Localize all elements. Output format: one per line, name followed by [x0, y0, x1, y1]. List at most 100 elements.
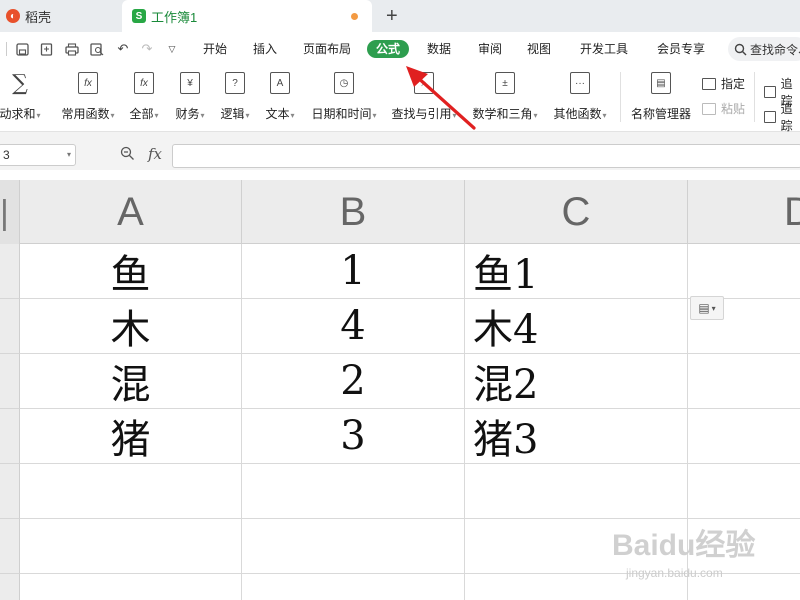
menu-member[interactable]: 会员专享: [657, 40, 705, 58]
zoom-icon[interactable]: [120, 146, 135, 164]
chevron-down-icon: ▾: [66, 150, 71, 159]
row-header[interactable]: [0, 299, 20, 354]
search-placeholder: 查找命令、: [750, 42, 800, 57]
menu-formula[interactable]: 公式: [367, 40, 410, 58]
common-functions-button[interactable]: fx 常用函数▾: [60, 72, 116, 122]
cell-d5[interactable]: [688, 464, 800, 519]
column-header-c[interactable]: C: [465, 180, 688, 244]
tab-workbook[interactable]: S 工作簿1: [122, 0, 372, 32]
yen-icon: ¥: [180, 72, 200, 94]
redo-icon[interactable]: ↷: [139, 41, 155, 57]
tab-docer[interactable]: ◐ 稻壳: [0, 0, 120, 32]
more-functions-icon: ···: [570, 72, 590, 94]
column-header-a[interactable]: A: [20, 180, 242, 244]
divider: [620, 72, 621, 122]
row-header[interactable]: [0, 574, 20, 600]
paste-options-icon: ▤: [698, 301, 710, 315]
logic-label: 逻辑: [220, 107, 245, 121]
function-icon: fx: [134, 72, 154, 94]
chevron-down-icon[interactable]: ▽: [164, 41, 180, 57]
cell-c3[interactable]: 混2: [465, 354, 688, 409]
menu-data[interactable]: 数据: [427, 40, 451, 58]
paste-options-button[interactable]: ▤ ▾: [690, 296, 724, 320]
formula-ribbon: ∑ 动求和▾ fx 常用函数▾ fx 全部▾ ¥ 财务▾ ? 逻辑▾ A 文本▾…: [0, 66, 800, 134]
undo-icon[interactable]: ↶: [115, 41, 131, 57]
row-header[interactable]: [0, 519, 20, 574]
menu-review[interactable]: 审阅: [478, 40, 502, 58]
cell-c2[interactable]: 木4: [465, 299, 688, 354]
docer-logo-icon: ◐: [6, 9, 20, 23]
row-header[interactable]: [0, 354, 20, 409]
row-header[interactable]: [0, 244, 20, 299]
text-functions-button[interactable]: A 文本▾: [264, 72, 296, 122]
menu-start[interactable]: 开始: [203, 40, 227, 58]
all-functions-button[interactable]: fx 全部▾: [128, 72, 160, 122]
math-label: 数学和三角: [472, 107, 533, 121]
menu-insert[interactable]: 插入: [253, 40, 277, 58]
name-manager-button[interactable]: ▤ 名称管理器: [629, 72, 693, 122]
name-box[interactable]: 3 ▾: [0, 144, 76, 166]
cell-d1[interactable]: [688, 244, 800, 299]
print-icon[interactable]: [64, 41, 80, 57]
cell-a4[interactable]: 猪: [20, 409, 242, 464]
cell-d4[interactable]: [688, 409, 800, 464]
cell-a3[interactable]: 混: [20, 354, 242, 409]
menu-developer[interactable]: 开发工具: [580, 40, 628, 58]
clock-icon: ◷: [334, 72, 354, 94]
cell-b1[interactable]: 1: [242, 244, 465, 299]
fx-icon[interactable]: fx: [148, 145, 162, 163]
row-header[interactable]: [0, 409, 20, 464]
math-functions-button[interactable]: ± 数学和三角▾: [470, 72, 540, 122]
cell-b2[interactable]: 4: [242, 299, 465, 354]
lookup-icon: ⌕: [414, 72, 434, 94]
other-functions-button[interactable]: ··· 其他函数▾: [551, 72, 609, 122]
title-bar: ◐ 稻壳 S 工作簿1 +: [0, 0, 800, 32]
grid-icon: [702, 77, 716, 90]
formula-input[interactable]: [172, 144, 800, 168]
cell-c1[interactable]: 鱼1: [465, 244, 688, 299]
paste-name-button[interactable]: 粘贴: [702, 100, 745, 117]
datetime-label: 日期和时间: [311, 107, 372, 121]
divider: [754, 72, 755, 122]
menu-view[interactable]: 视图: [527, 40, 551, 58]
common-functions-label: 常用函数: [61, 107, 110, 121]
cell-b6[interactable]: [242, 519, 465, 574]
cell-a5[interactable]: [20, 464, 242, 519]
menu-page-layout[interactable]: 页面布局: [303, 40, 351, 58]
column-header-d[interactable]: D: [688, 180, 800, 244]
select-all-corner[interactable]: |: [0, 180, 20, 244]
cell-a6[interactable]: [20, 519, 242, 574]
function-icon: fx: [78, 72, 98, 94]
cell-b7[interactable]: [242, 574, 465, 600]
lookup-functions-button[interactable]: ⌕ 查找与引用▾: [390, 72, 458, 122]
datetime-functions-button[interactable]: ◷ 日期和时间▾: [309, 72, 379, 122]
logic-functions-button[interactable]: ? 逻辑▾: [219, 72, 251, 122]
cell-c4[interactable]: 猪3: [465, 409, 688, 464]
cell-c5[interactable]: [465, 464, 688, 519]
cell-a2[interactable]: 木: [20, 299, 242, 354]
all-functions-label: 全部: [129, 107, 154, 121]
cell-b4[interactable]: 3: [242, 409, 465, 464]
cell-a1[interactable]: 鱼: [20, 244, 242, 299]
autosum-button[interactable]: ∑ 动求和▾: [0, 71, 42, 122]
trace-dependents-button[interactable]: 追踪: [764, 100, 800, 134]
unsaved-indicator: [351, 13, 358, 20]
autosum-label: 动求和: [0, 107, 36, 121]
lookup-label: 查找与引用: [391, 107, 452, 121]
divider: [6, 42, 7, 56]
export-icon[interactable]: [38, 41, 54, 57]
print-preview-icon[interactable]: [89, 41, 105, 57]
cell-d3[interactable]: [688, 354, 800, 409]
new-tab-button[interactable]: +: [386, 4, 398, 28]
specify-button[interactable]: 指定: [702, 75, 745, 92]
math-icon: ±: [495, 72, 515, 94]
cell-b3[interactable]: 2: [242, 354, 465, 409]
text-a-icon: A: [270, 72, 290, 94]
cell-a7[interactable]: [20, 574, 242, 600]
column-header-b[interactable]: B: [242, 180, 465, 244]
cell-b5[interactable]: [242, 464, 465, 519]
command-search[interactable]: 查找命令、: [728, 37, 800, 61]
finance-functions-button[interactable]: ¥ 财务▾: [174, 72, 206, 122]
save-icon[interactable]: [14, 41, 30, 57]
row-header[interactable]: [0, 464, 20, 519]
